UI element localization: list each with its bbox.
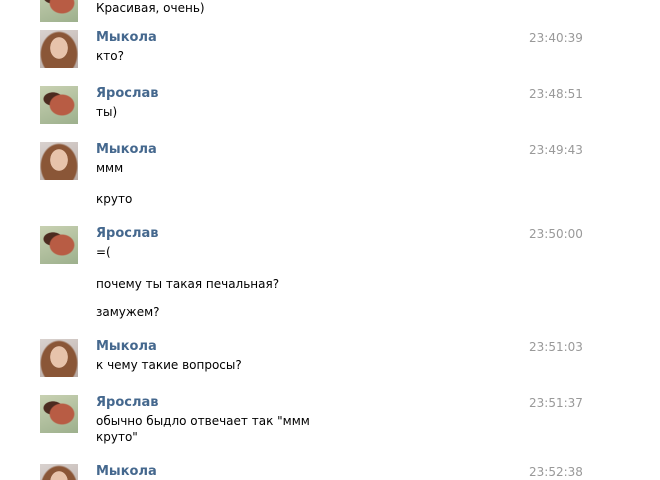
message-author[interactable]: Ярослав [96, 86, 158, 102]
message-text: замужем? [96, 305, 160, 319]
message-author[interactable]: Мыкола [96, 339, 157, 355]
message-author[interactable]: Мыкола [96, 464, 157, 480]
message-text: Красивая, очень) [96, 1, 205, 15]
female-avatar-icon[interactable] [40, 30, 78, 68]
message-timestamp: 23:52:38 [529, 465, 583, 479]
male-avatar-icon[interactable] [40, 0, 78, 22]
female-avatar-icon[interactable] [40, 464, 78, 480]
message-text: почему ты такая печальная? [96, 277, 280, 291]
message-author[interactable]: Мыкола [96, 142, 157, 158]
message-timestamp: 23:50:00 [529, 227, 583, 241]
message-author[interactable]: Ярослав [96, 395, 158, 411]
message-timestamp: 23:49:43 [529, 143, 583, 157]
message-text: ты) [96, 105, 118, 119]
message-author[interactable]: Ярослав [96, 226, 158, 242]
message-timestamp: 23:40:39 [529, 31, 583, 45]
message-text: круто" [96, 430, 138, 444]
male-avatar-icon[interactable] [40, 226, 78, 264]
female-avatar-icon[interactable] [40, 339, 78, 377]
message-text: ммм [96, 161, 124, 175]
male-avatar-icon[interactable] [40, 86, 78, 124]
message-timestamp: 23:48:51 [529, 87, 583, 101]
message-text: к чему такие вопросы? [96, 358, 242, 372]
message-text: обычно быдло отвечает так "ммм [96, 414, 310, 428]
message-text: =( [96, 245, 111, 259]
female-avatar-icon[interactable] [40, 142, 78, 180]
chat-history: Красивая, очень) Мыкола 23:40:39 кто? Яр… [0, 0, 660, 480]
message-author[interactable]: Мыкола [96, 30, 157, 46]
male-avatar-icon[interactable] [40, 395, 78, 433]
message-text: круто [96, 192, 133, 206]
message-text: кто? [96, 49, 124, 63]
message-timestamp: 23:51:03 [529, 340, 583, 354]
message-timestamp: 23:51:37 [529, 396, 583, 410]
